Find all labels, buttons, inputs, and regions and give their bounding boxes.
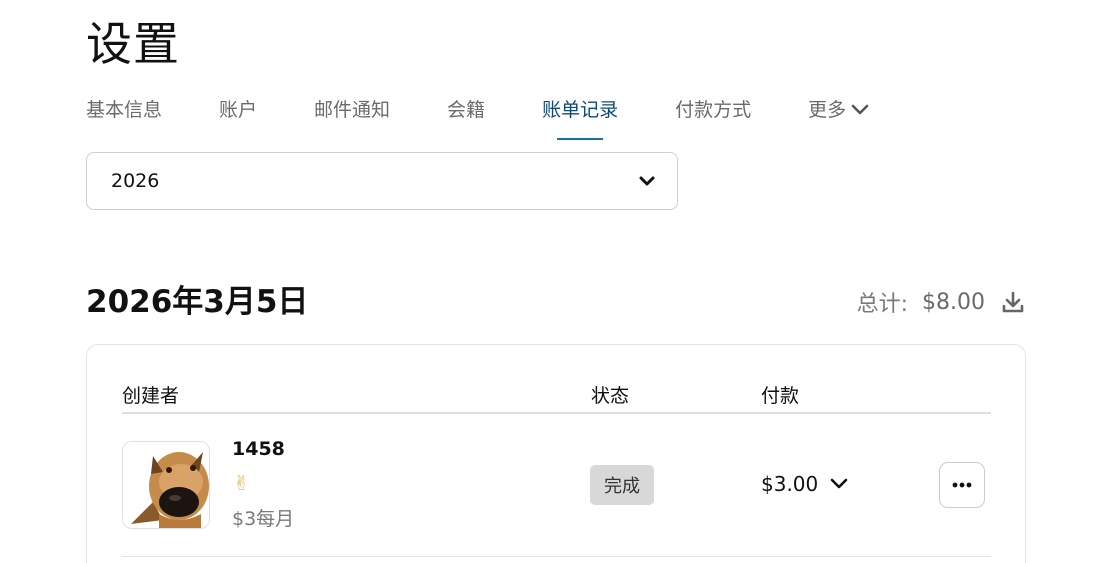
tab-more[interactable]: 更多 xyxy=(808,96,869,124)
year-select-value: 2026 xyxy=(111,170,160,192)
billing-total: 总计: $8.00 xyxy=(857,286,1025,318)
chevron-down-icon xyxy=(851,104,869,115)
table-header: 创建者 状态 付款 xyxy=(122,381,991,414)
avatar[interactable] xyxy=(122,441,210,529)
tab-payment-methods[interactable]: 付款方式 xyxy=(675,96,751,124)
tier-emoji: ✌ xyxy=(233,471,250,495)
settings-page: 设置 基本信息 账户 邮件通知 会籍 账单记录 付款方式 更多 2026 202… xyxy=(0,0,1103,563)
settings-tabs: 基本信息 账户 邮件通知 会籍 账单记录 付款方式 更多 xyxy=(86,96,869,142)
header-payment: 付款 xyxy=(761,385,800,407)
dog-avatar-image xyxy=(123,442,209,528)
tab-membership[interactable]: 会籍 xyxy=(447,96,485,124)
page-title: 设置 xyxy=(86,17,180,71)
tier-price: $3每月 xyxy=(232,508,295,530)
header-creator: 创建者 xyxy=(122,385,180,407)
billing-card: 创建者 状态 付款 1458 ✌ $3每月 完成 $3.00 xyxy=(86,344,1026,563)
chevron-down-icon xyxy=(639,176,655,185)
status-badge: 完成 xyxy=(590,465,654,505)
tab-email-notifications[interactable]: 邮件通知 xyxy=(314,96,390,124)
more-options-icon xyxy=(952,482,972,488)
table-row: 1458 ✌ $3每月 完成 $3.00 xyxy=(122,414,991,557)
creator-name[interactable]: 1458 xyxy=(232,438,285,460)
chevron-down-icon xyxy=(830,478,848,489)
row-more-button[interactable] xyxy=(939,462,985,508)
tab-basic-info[interactable]: 基本信息 xyxy=(86,96,162,124)
payment-amount: $3.00 xyxy=(761,472,819,496)
payment-toggle[interactable]: $3.00 xyxy=(761,472,848,496)
tab-more-label: 更多 xyxy=(808,99,847,121)
year-select[interactable]: 2026 xyxy=(86,152,678,210)
total-amount: $8.00 xyxy=(922,289,985,315)
header-status: 状态 xyxy=(591,385,630,407)
tab-account[interactable]: 账户 xyxy=(219,96,257,124)
total-label: 总计: xyxy=(856,292,909,317)
billing-date-heading: 2026年3月5日 xyxy=(86,284,309,320)
tab-billing-history[interactable]: 账单记录 xyxy=(542,96,618,124)
download-icon[interactable] xyxy=(1001,290,1025,314)
